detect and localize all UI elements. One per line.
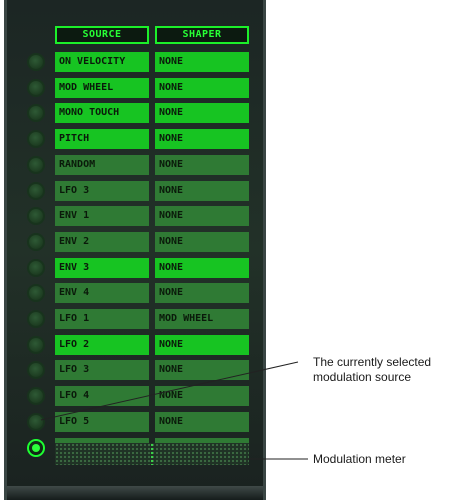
selected-source-leader (40, 361, 299, 421)
callout-leaders (40, 361, 308, 460)
selected-source-callout: The currently selected modulation source (313, 355, 431, 385)
meter-callout: Modulation meter (313, 452, 406, 466)
selected-source-callout-line2: modulation source (313, 370, 412, 384)
selected-source-callout-line1: The currently selected (313, 355, 432, 369)
